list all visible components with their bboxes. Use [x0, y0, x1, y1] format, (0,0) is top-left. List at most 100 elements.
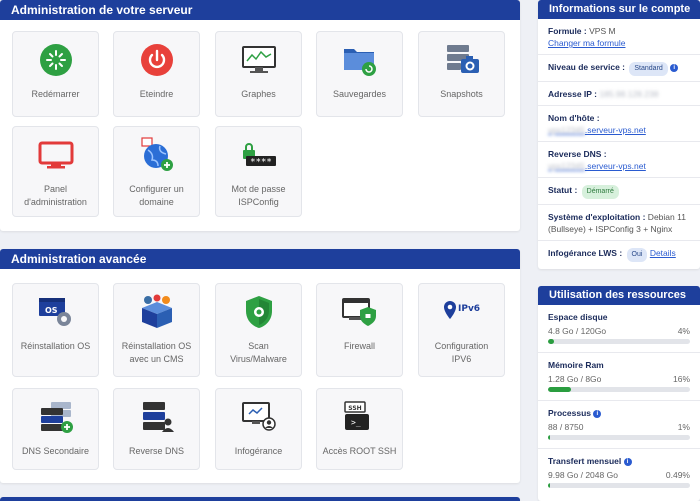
managed-label: Infogérance LWS :	[548, 248, 623, 258]
tile-snapshot-server[interactable]: Snapshots	[418, 31, 505, 117]
server-admin-panel: Administration de votre serveur Redémarr…	[0, 0, 520, 231]
tile-label: Eteindre	[139, 89, 174, 99]
ip-label: Adresse IP :	[548, 89, 597, 99]
graph-monitor-icon	[216, 42, 301, 78]
ip-value: 185.98.128.238	[599, 89, 659, 99]
resources-title: Utilisation des ressources	[538, 286, 700, 305]
resource-progress-fill	[548, 387, 571, 392]
reverse-domain: .serveur-vps.net	[584, 161, 646, 171]
ssh-terminal-icon: SSH >_	[317, 399, 402, 435]
formule-label: Formule :	[548, 26, 587, 36]
tile-ssh-terminal[interactable]: SSH >_ Accès ROOT SSH	[316, 388, 403, 470]
tile-password-lock[interactable]: **** Mot de passe ISPConfig	[215, 126, 302, 217]
tile-label: DNS Secondaire	[21, 446, 90, 456]
resource-row: Transfert mensuel i 9.98 Go / 2048 Go 0.49…	[538, 449, 700, 497]
tile-firewall[interactable]: Firewall	[316, 283, 403, 377]
tile-restart[interactable]: Redémarrer	[12, 31, 99, 117]
tile-label: Reverse DNS	[128, 446, 184, 456]
hostname-link[interactable]: vps12345.serveur-vps.net	[548, 125, 646, 135]
tile-graph-monitor[interactable]: Graphes	[215, 31, 302, 117]
svg-text:IPv6: IPv6	[458, 304, 480, 314]
resource-progress-bar	[548, 483, 690, 488]
hostname-label: Nom d'hôte :	[548, 113, 600, 123]
advanced-admin-title: Administration avancée	[0, 249, 520, 269]
tile-label: Mot de passe ISPConfig	[231, 184, 286, 207]
ip-row: Adresse IP : 185.98.128.238	[538, 82, 700, 106]
resource-name: Espace disque	[548, 312, 608, 322]
status-row: Statut : Démarré	[538, 178, 700, 205]
resource-name: Transfert mensuel i	[548, 456, 690, 466]
status-badge: Démarré	[581, 185, 619, 199]
resource-progress-fill	[548, 339, 554, 344]
reverse-dns-label: Reverse DNS :	[548, 149, 607, 159]
reverse-dns-icon	[114, 399, 199, 435]
server-admin-title: Administration de votre serveur	[0, 0, 520, 20]
cms-box-icon	[114, 294, 199, 330]
backup-folder-icon	[317, 42, 402, 78]
svg-text:OS: OS	[45, 306, 58, 315]
restart-icon	[13, 42, 98, 78]
svg-text:>_: >_	[351, 418, 361, 427]
resource-usage-line: 88 / 8750 1%	[548, 422, 690, 432]
change-plan-link[interactable]: Changer ma formule	[548, 38, 625, 48]
tile-reverse-dns[interactable]: Reverse DNS	[113, 388, 200, 470]
info-icon[interactable]: i	[670, 63, 679, 72]
hostname-blurred: vps12345	[548, 125, 585, 135]
service-level-badge: Standard	[629, 62, 668, 76]
tile-label: Graphes	[241, 89, 276, 99]
tile-power[interactable]: Eteindre	[113, 31, 200, 117]
admin-panel-icon	[13, 137, 98, 173]
resource-row: Espace disque 4.8 Go / 120Go 4%	[538, 305, 700, 353]
tile-domain-globe[interactable]: Configurer un domaine	[113, 126, 200, 217]
resource-progress-fill	[548, 435, 550, 440]
os-reinstall-icon: OS	[13, 294, 98, 330]
tile-label: Redémarrer	[31, 89, 80, 99]
formule-value: VPS M	[589, 26, 616, 36]
os-label: Système d'exploitation :	[548, 212, 646, 222]
account-info-title: Informations sur le compte	[538, 0, 700, 19]
next-panel-header	[0, 497, 520, 501]
service-level-label: Niveau de service :	[548, 62, 626, 72]
resource-usage: 88 / 8750	[548, 422, 584, 432]
formule-row: Formule : VPS M Changer ma formule	[538, 19, 700, 55]
reverse-dns-row: Reverse DNS : vps12345.serveur-vps.net	[538, 142, 700, 178]
hostname-row: Nom d'hôte : vps12345.serveur-vps.net	[538, 106, 700, 142]
resource-percent: 0.49%	[665, 470, 690, 480]
resource-usage-line: 9.98 Go / 2048 Go 0.49%	[548, 470, 690, 480]
tile-dns-secondary[interactable]: DNS Secondaire	[12, 388, 99, 470]
tile-label: Réinstallation OS avec un CMS	[121, 341, 192, 364]
resource-percent: 1%	[677, 422, 690, 432]
password-lock-icon: ****	[216, 137, 301, 173]
resource-name: Processus i	[548, 408, 690, 418]
ipv6-pin-icon: IPv6	[419, 294, 504, 330]
resource-row: Processus i 88 / 8750 1%	[538, 401, 700, 449]
service-level-row: Niveau de service : Standard i	[538, 55, 700, 82]
info-icon[interactable]: i	[623, 457, 632, 466]
details-link[interactable]: Details	[650, 248, 676, 258]
tile-os-reinstall[interactable]: OS Réinstallation OS	[12, 283, 99, 377]
tile-label: Firewall	[343, 341, 375, 351]
resource-percent: 16%	[672, 374, 690, 384]
resource-usage-line: 4.8 Go / 120Go 4%	[548, 326, 690, 336]
tile-ipv6-pin[interactable]: IPv6 Configuration IPV6	[418, 283, 505, 377]
snapshot-server-icon	[419, 42, 504, 78]
tile-label: Réinstallation OS	[20, 341, 91, 351]
tile-admin-panel[interactable]: Panel d'administration	[12, 126, 99, 217]
status-label: Statut :	[548, 185, 578, 195]
tile-virus-shield[interactable]: Scan Virus/Malware	[215, 283, 302, 377]
managed-badge: Oui	[626, 248, 648, 262]
tile-backup-folder[interactable]: Sauvegardes	[316, 31, 403, 117]
tile-cms-box[interactable]: Réinstallation OS avec un CMS	[113, 283, 200, 377]
resource-percent: 4%	[677, 326, 690, 336]
resource-usage: 9.98 Go / 2048 Go	[548, 470, 618, 480]
managed-row: Infogérance LWS : Oui Details	[538, 241, 700, 267]
tile-label: Sauvegardes	[332, 89, 387, 99]
tile-support-agent[interactable]: Infogérance	[215, 388, 302, 470]
reverse-dns-link[interactable]: vps12345.serveur-vps.net	[548, 161, 646, 171]
resource-progress-bar	[548, 435, 690, 440]
resource-usage-line: 1.28 Go / 8Go 16%	[548, 374, 690, 384]
tile-label: Panel d'administration	[24, 184, 87, 207]
support-agent-icon	[216, 399, 301, 435]
svg-text:SSH: SSH	[348, 405, 361, 412]
info-icon[interactable]: i	[593, 409, 602, 418]
